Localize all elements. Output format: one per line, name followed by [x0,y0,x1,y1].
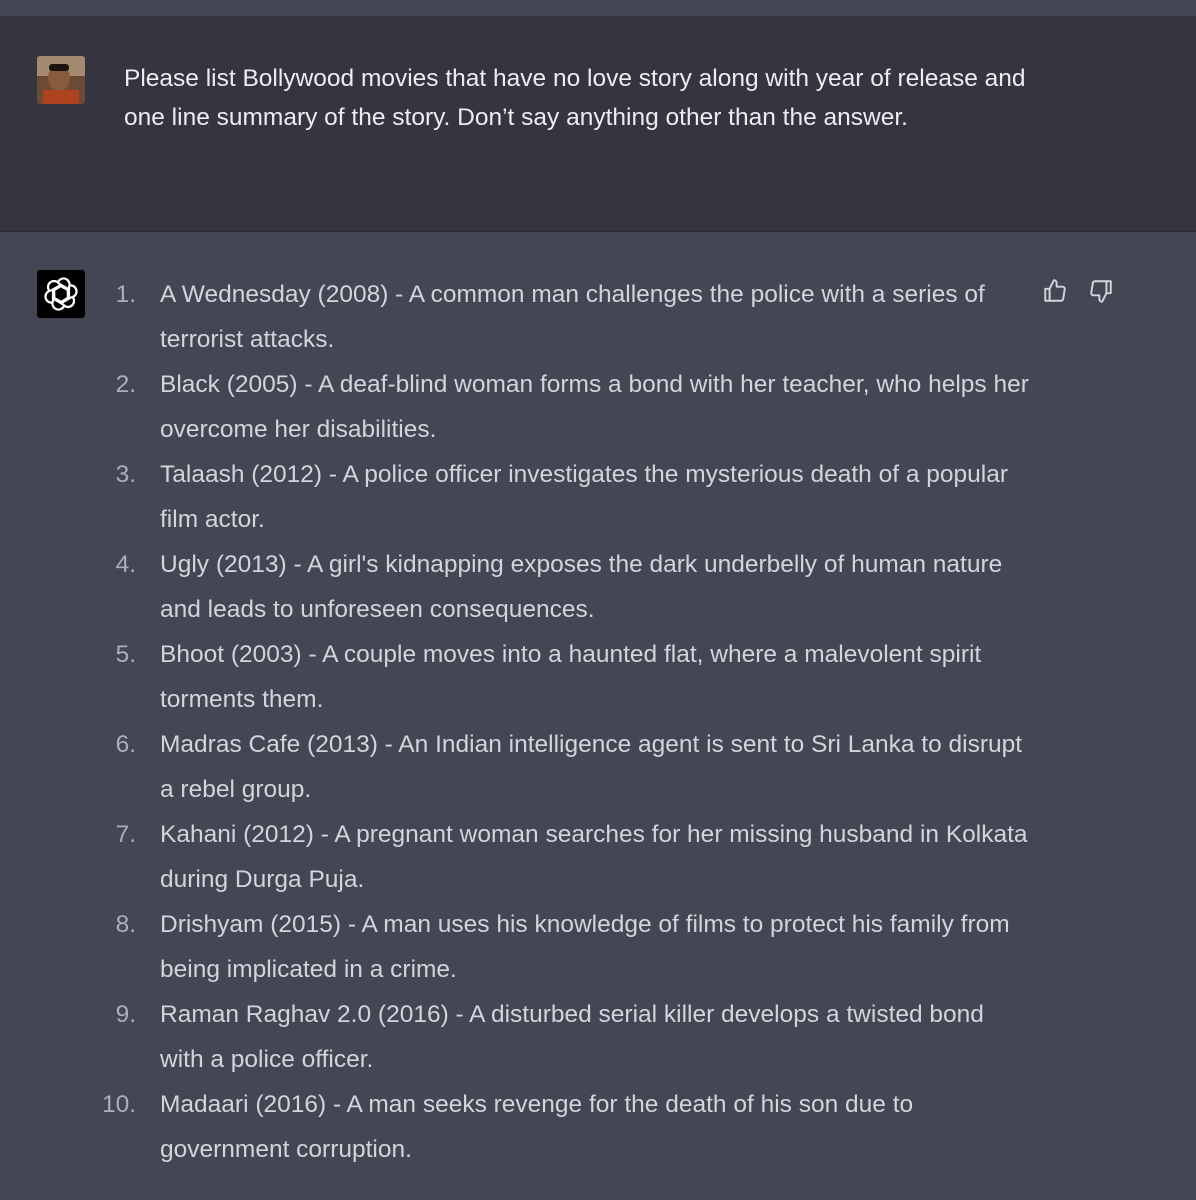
list-item-number: 8. [115,911,136,938]
list-item-text: Madaari (2016) - A man seeks revenge for… [160,1091,914,1163]
list-item-text: A Wednesday (2008) - A common man challe… [160,281,985,353]
list-item-number: 10. [101,1091,136,1118]
list-item: 2. Black (2005) - A deaf-blind woman form… [0,362,1030,452]
list-item-text: Bhoot (2003) - A couple moves into a hau… [160,641,982,713]
list-item-number: 9. [115,1001,136,1028]
thumbs-up-button[interactable] [1040,276,1070,306]
list-item-text: Kahani (2012) - A pregnant woman searche… [160,821,1028,893]
user-avatar [37,56,85,104]
list-item-number: 2. [115,371,136,398]
thumbs-down-button[interactable] [1086,276,1116,306]
list-item: 3. Talaash (2012) - A police officer inve… [0,452,1030,542]
list-item-number: 5. [115,641,136,668]
list-item: 8. Drishyam (2015) - A man uses his knowl… [0,902,1030,992]
list-item: 9. Raman Raghav 2.0 (2016) - A disturbed … [0,992,1030,1082]
list-item: 5. Bhoot (2003) - A couple moves into a h… [0,632,1030,722]
list-item: 4. Ugly (2013) - A girl's kidnapping expo… [0,542,1030,632]
assistant-message: 1. A Wednesday (2008) - A common man chal… [0,232,1196,1200]
list-item-number: 4. [115,551,136,578]
list-item-number: 7. [115,821,136,848]
list-item-number: 6. [115,731,136,758]
list-item-text: Madras Cafe (2013) - An Indian intellige… [160,731,1023,803]
list-item: 6. Madras Cafe (2013) - An Indian intelli… [0,722,1030,812]
thumbs-up-icon [1044,279,1066,302]
user-message: Please list Bollywood movies that have n… [0,17,1196,232]
answer-list: 1. A Wednesday (2008) - A common man chal… [0,272,1030,1172]
list-item: 1. A Wednesday (2008) - A common man chal… [0,272,1030,362]
list-item-text: Ugly (2013) - A girl's kidnapping expose… [160,551,1003,623]
user-message-text: Please list Bollywood movies that have n… [124,65,1026,131]
list-item: 10. Madaari (2016) - A man seeks revenge … [0,1082,1030,1172]
list-item: 7. Kahani (2012) - A pregnant woman searc… [0,812,1030,902]
list-item-number: 3. [115,461,136,488]
list-item-text: Drishyam (2015) - A man uses his knowled… [160,911,1010,983]
list-item-text: Black (2005) - A deaf-blind woman forms … [160,371,1029,443]
thumbs-down-icon [1090,280,1112,303]
list-item-text: Talaash (2012) - A police officer invest… [160,461,1009,533]
list-item-text: Raman Raghav 2.0 (2016) - A disturbed se… [160,1001,984,1073]
list-item-number: 1. [115,281,136,308]
previous-message-edge [0,0,1196,17]
